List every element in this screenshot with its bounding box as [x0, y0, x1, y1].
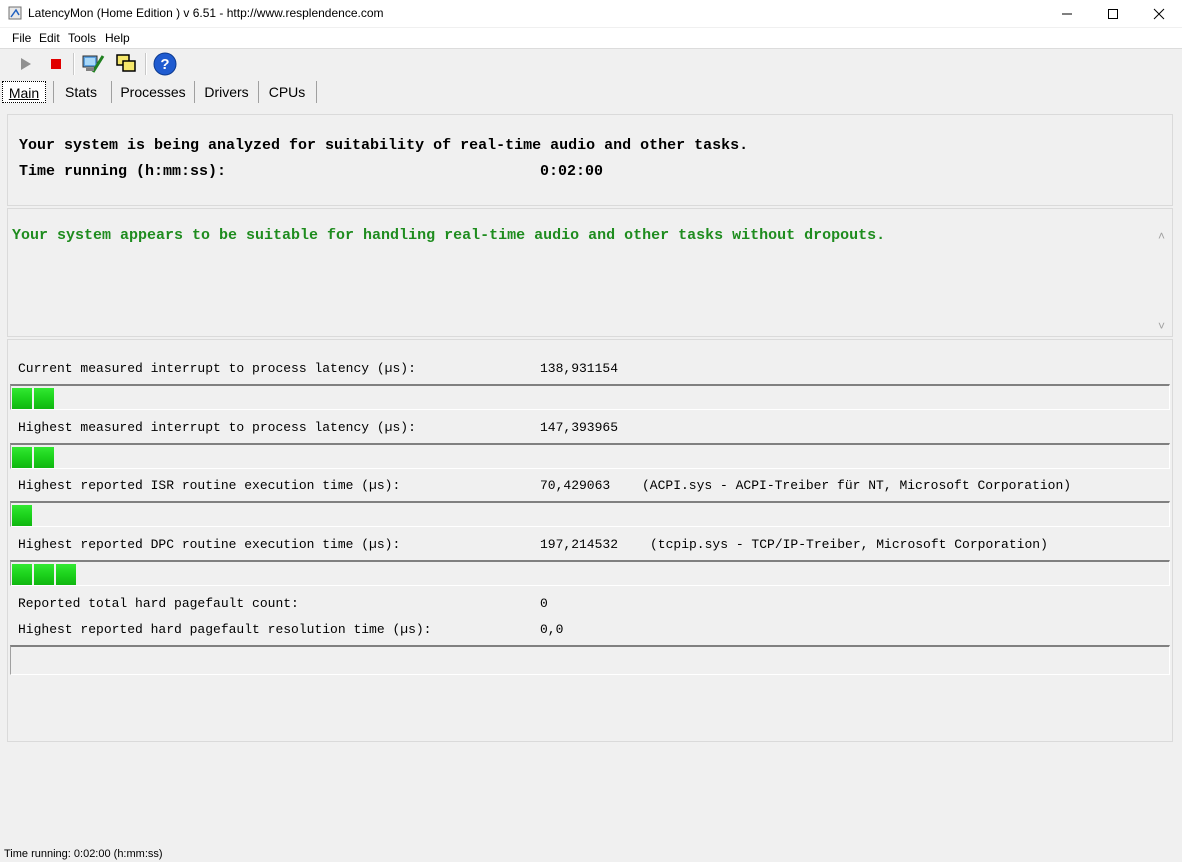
dpc-bar — [10, 560, 1170, 586]
metric-value: 138,931154 — [540, 361, 619, 376]
bar-segment — [12, 388, 32, 409]
tab-stats[interactable]: Stats — [59, 81, 103, 103]
metric-value: 147,393965 — [540, 420, 619, 435]
close-icon — [1153, 8, 1165, 19]
windows-button[interactable] — [113, 51, 139, 77]
metric-label: Highest measured interrupt to process la… — [18, 420, 416, 435]
pagefault-time-value: 0,0 — [540, 622, 564, 637]
scroll-down-icon[interactable]: ˅ — [1158, 319, 1165, 333]
start-button[interactable] — [12, 51, 38, 77]
latency-bar — [10, 384, 1170, 410]
scroll-up-icon[interactable]: ˄ — [1158, 229, 1165, 243]
tab-cpus[interactable]: CPUs — [263, 81, 311, 103]
tab-processes[interactable]: Processes — [117, 81, 189, 103]
bar-segment — [12, 564, 32, 585]
menu-bar: File Edit Tools Help — [0, 28, 1182, 49]
metric-label: Highest reported DPC routine execution t… — [18, 537, 401, 552]
metric-label: Highest reported ISR routine execution t… — [18, 478, 401, 493]
verdict-text: Your system appears to be suitable for h… — [12, 227, 886, 244]
stop-icon — [51, 59, 61, 69]
bar-fill — [12, 388, 56, 409]
monitor-button[interactable] — [80, 51, 106, 77]
bar-fill — [12, 564, 78, 585]
bar-segment — [12, 447, 32, 468]
menu-help[interactable]: Help — [105, 31, 130, 45]
app-icon — [8, 6, 22, 20]
analysis-panel: Your system is being analyzed for suitab… — [7, 114, 1173, 206]
bar-segment — [34, 447, 54, 468]
pagefault-bar — [10, 645, 1170, 675]
status-bar: Time running: 0:02:00 (h:mm:ss) — [0, 845, 1182, 862]
latency-bar — [10, 443, 1170, 469]
tab-main[interactable]: Main — [2, 81, 46, 103]
toolbar: ? — [0, 49, 1182, 79]
pagefault-time-label: Highest reported hard pagefault resoluti… — [18, 622, 432, 637]
play-icon — [21, 58, 31, 70]
svg-text:?: ? — [160, 56, 169, 73]
help-icon: ? — [153, 52, 177, 76]
metric-detail: (ACPI.sys - ACPI-Treiber für NT, Microso… — [642, 478, 1072, 493]
time-running-value: 0:02:00 — [540, 163, 604, 180]
close-button[interactable] — [1136, 0, 1182, 27]
metric-label: Current measured interrupt to process la… — [18, 361, 416, 376]
title-bar: LatencyMon (Home Edition ) v 6.51 - http… — [0, 0, 1182, 27]
bar-segment — [12, 505, 32, 526]
windows-icon — [116, 54, 136, 72]
stop-button[interactable] — [43, 51, 69, 77]
minimize-button[interactable] — [1044, 0, 1090, 27]
isr-bar — [10, 501, 1170, 527]
pagefault-count-value: 0 — [540, 596, 548, 611]
bar-segment — [34, 564, 54, 585]
help-button[interactable]: ? — [152, 51, 178, 77]
metric-value: 70,429063 — [540, 478, 611, 493]
menu-edit[interactable]: Edit — [39, 31, 60, 45]
pagefault-count-label: Reported total hard pagefault count: — [18, 596, 299, 611]
menu-file[interactable]: File — [12, 31, 31, 45]
status-text: Time running: 0:02:00 (h:mm:ss) — [4, 848, 163, 860]
bar-segment — [56, 564, 76, 585]
analysis-heading: Your system is being analyzed for suitab… — [19, 137, 749, 154]
bar-segment — [34, 388, 54, 409]
tab-strip: Main Stats Processes Drivers CPUs — [0, 79, 1182, 105]
maximize-button[interactable] — [1090, 0, 1136, 27]
verdict-panel: Your system appears to be suitable for h… — [7, 208, 1173, 337]
window-title: LatencyMon (Home Edition ) v 6.51 - http… — [28, 6, 384, 20]
menu-tools[interactable]: Tools — [68, 31, 96, 45]
time-running-label: Time running (h:mm:ss): — [19, 163, 227, 180]
minimize-icon — [1062, 13, 1072, 14]
tab-drivers[interactable]: Drivers — [199, 81, 254, 103]
metric-value: 197,214532 — [540, 537, 619, 552]
maximize-icon — [1108, 8, 1118, 19]
metric-detail: (tcpip.sys - TCP/IP-Treiber, Microsoft C… — [650, 537, 1048, 552]
monitor-icon — [82, 55, 105, 73]
bar-fill — [12, 505, 34, 526]
bar-fill — [12, 447, 56, 468]
